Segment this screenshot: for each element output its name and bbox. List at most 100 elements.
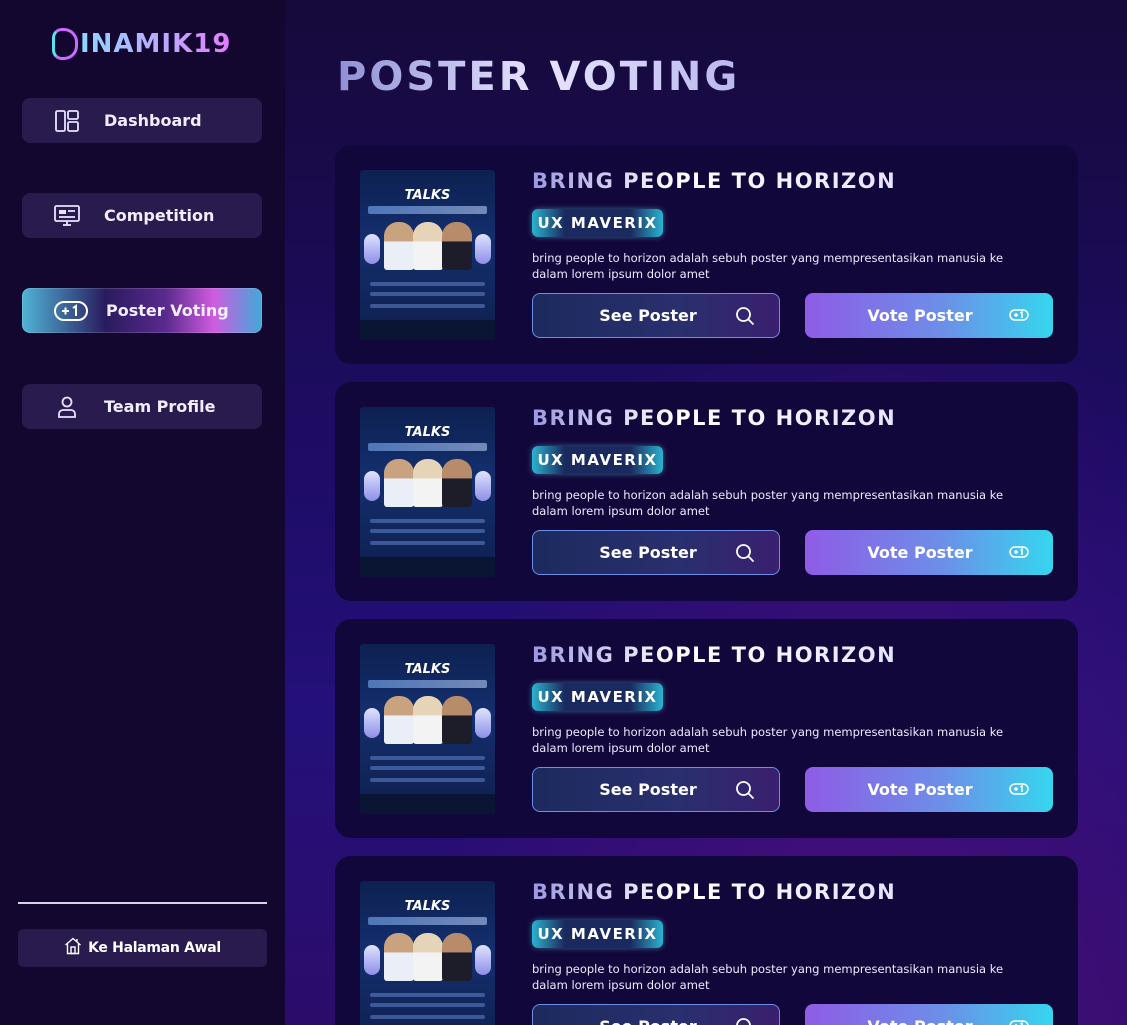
poster-line [370, 541, 485, 545]
see-poster-button[interactable]: See Poster [532, 530, 780, 575]
poster-thumb-subtitle [368, 917, 487, 925]
sidebar-item-label: Poster Voting [106, 301, 229, 320]
poster-line [370, 282, 485, 286]
see-poster-label: See Poster [533, 1017, 763, 1025]
speaker-figure [384, 696, 414, 744]
user-icon [54, 394, 80, 420]
search-icon [735, 306, 755, 326]
vote-poster-button[interactable]: Vote Poster [805, 293, 1053, 338]
sidebar-item-competition[interactable]: Competition [22, 193, 262, 238]
poster-title: BRING PEOPLE TO HORIZON [532, 406, 897, 430]
plus-one-icon [1009, 305, 1029, 325]
poster-description: bring people to horizon adalah sebuh pos… [532, 488, 1004, 518]
sidebar-item-poster-voting[interactable]: Poster Voting [22, 288, 262, 333]
speaker-figure [442, 459, 472, 507]
sidebar-item-label: Team Profile [104, 397, 216, 416]
team-name: UX MAVERIX [537, 925, 658, 943]
team-name: UX MAVERIX [537, 688, 658, 706]
logo-text: INAMIK19 [80, 29, 232, 59]
poster-line [370, 766, 485, 770]
poster-title: BRING PEOPLE TO HORIZON [532, 169, 897, 193]
home-button[interactable]: Ke Halaman Awal [18, 929, 267, 967]
poster-description: bring people to horizon adalah sebuh pos… [532, 725, 1004, 755]
poster-line [370, 993, 485, 997]
team-badge: UX MAVERIX [532, 446, 663, 474]
team-name: UX MAVERIX [537, 214, 658, 232]
monitor-icon [54, 203, 80, 229]
speaker-figure [384, 222, 414, 270]
poster-line [370, 756, 485, 760]
sidebar-item-dashboard[interactable]: Dashboard [22, 98, 262, 143]
robot-left-figure [364, 471, 380, 501]
poster-title: BRING PEOPLE TO HORIZON [532, 643, 897, 667]
see-poster-button[interactable]: See Poster [532, 1004, 780, 1025]
dinamik-logo[interactable]: INAMIK19 [52, 26, 231, 62]
see-poster-label: See Poster [599, 543, 697, 562]
vote-poster-button[interactable]: Vote Poster [805, 1004, 1053, 1025]
robot-right-figure [475, 234, 491, 264]
plus-one-icon [1009, 779, 1029, 799]
robot-left-figure [364, 708, 380, 738]
team-badge: UX MAVERIX [532, 683, 663, 711]
speaker-figure [442, 222, 472, 270]
speaker-figure [413, 459, 443, 507]
home-button-label: Ke Halaman Awal [88, 940, 221, 956]
poster-line [370, 1003, 485, 1007]
poster-line [370, 519, 485, 523]
speaker-figure [442, 696, 472, 744]
poster-card: TALKS BRING PEOPLE TO HORIZON UX MAVERIX… [335, 145, 1078, 364]
poster-thumbnail[interactable]: TALKS [360, 407, 495, 577]
poster-title: BRING PEOPLE TO HORIZON [532, 880, 897, 904]
vote-poster-label: Vote Poster [805, 1017, 1035, 1025]
vote-poster-label: Vote Poster [867, 543, 973, 562]
sidebar-item-label: Dashboard [104, 111, 202, 130]
search-icon [735, 1017, 755, 1025]
home-icon [64, 937, 82, 959]
sidebar-divider [18, 902, 267, 904]
search-icon [735, 780, 755, 800]
poster-line [370, 778, 485, 782]
dashboard-icon [54, 108, 80, 134]
plus-one-icon [54, 298, 88, 324]
poster-thumbnail[interactable]: TALKS [360, 170, 495, 340]
search-icon [735, 543, 755, 563]
poster-footer [360, 794, 495, 814]
poster-line [370, 304, 485, 308]
poster-card: TALKS BRING PEOPLE TO HORIZON UX MAVERIX… [335, 382, 1078, 601]
see-poster-button[interactable]: See Poster [532, 767, 780, 812]
speaker-figure [413, 222, 443, 270]
speaker-figure [413, 933, 443, 981]
see-poster-button[interactable]: See Poster [532, 293, 780, 338]
vote-poster-button[interactable]: Vote Poster [805, 530, 1053, 575]
robot-right-figure [475, 708, 491, 738]
vote-poster-label: Vote Poster [867, 780, 973, 799]
see-poster-label: See Poster [599, 780, 697, 799]
vote-poster-label: Vote Poster [867, 306, 973, 325]
robot-left-figure [364, 945, 380, 975]
poster-description: bring people to horizon adalah sebuh pos… [532, 962, 1004, 992]
robot-left-figure [364, 234, 380, 264]
poster-thumb-subtitle [368, 680, 487, 688]
robot-right-figure [475, 945, 491, 975]
poster-thumbnail[interactable]: TALKS [360, 881, 495, 1025]
robot-right-figure [475, 471, 491, 501]
speaker-figure [442, 933, 472, 981]
vote-poster-button[interactable]: Vote Poster [805, 767, 1053, 812]
poster-line [370, 1015, 485, 1019]
sidebar: INAMIK19 Dashboard Competition Poster Vo… [0, 0, 285, 1025]
poster-thumb-title: TALKS [404, 425, 451, 440]
poster-thumb-title: TALKS [404, 662, 451, 677]
sidebar-item-label: Competition [104, 206, 215, 225]
main-content: POSTER VOTING TALKS BRING PEOPLE TO HORI… [285, 0, 1127, 1025]
logo-mark-icon [52, 28, 78, 60]
poster-footer [360, 557, 495, 577]
see-poster-label: See Poster [599, 306, 697, 325]
poster-thumb-subtitle [368, 443, 487, 451]
team-badge: UX MAVERIX [532, 920, 663, 948]
sidebar-item-team-profile[interactable]: Team Profile [22, 384, 262, 429]
poster-thumbnail[interactable]: TALKS [360, 644, 495, 814]
poster-description: bring people to horizon adalah sebuh pos… [532, 251, 1004, 281]
team-badge: UX MAVERIX [532, 209, 663, 237]
poster-line [370, 292, 485, 296]
poster-card: TALKS BRING PEOPLE TO HORIZON UX MAVERIX… [335, 856, 1078, 1025]
